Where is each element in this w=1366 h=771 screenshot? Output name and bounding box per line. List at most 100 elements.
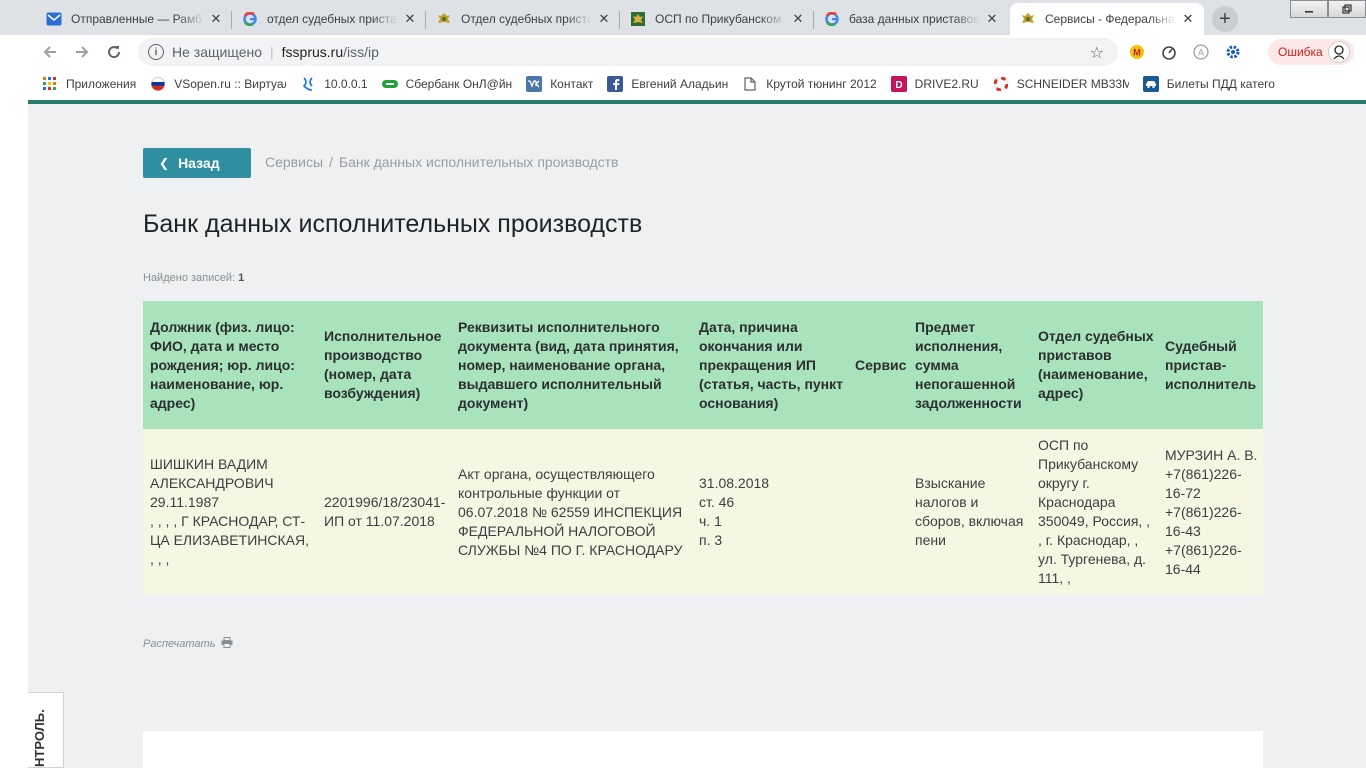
reload-button[interactable]: [102, 40, 126, 64]
page-title: Банк данных исполнительных производств: [143, 210, 643, 238]
bookmark-star-icon[interactable]: ☆: [1090, 43, 1104, 63]
bookmark-item[interactable]: Евгений Аладьин: [607, 76, 728, 92]
records-found: Найдено записей: 1: [143, 272, 244, 284]
restore-button[interactable]: [1328, 0, 1366, 18]
cell-department: ОСП по Прикубанскому округу г. Краснодар…: [1031, 429, 1158, 595]
google-icon: [242, 11, 258, 27]
cell-subject: Взыскание налогов и сборов, включая пени: [908, 429, 1031, 595]
apps-grid-icon: [42, 76, 58, 92]
browser-tab[interactable]: база данных приставов ✕: [814, 3, 1008, 35]
russia-flag-icon: [150, 76, 166, 92]
fssp-emblem-icon: [1020, 11, 1036, 27]
bookmark-item[interactable]: Сбербанк ОнЛ@йн: [381, 76, 513, 92]
bookmark-label: Билеты ПДД катего: [1166, 77, 1275, 91]
close-icon[interactable]: ✕: [596, 11, 612, 27]
bookmark-label: Крутой тюнинг 2012: [766, 77, 877, 91]
column-header-document: Реквизиты исполнительного документа (вид…: [451, 301, 692, 429]
tab-title: Отправленные — Рамб: [71, 12, 202, 26]
arrow-left-icon: [43, 46, 56, 58]
tab-title: отдел судебных приста: [267, 12, 397, 26]
gear-extension-icon[interactable]: [1224, 43, 1242, 61]
close-icon[interactable]: ✕: [402, 11, 418, 27]
close-icon[interactable]: ✕: [208, 11, 224, 27]
bookmark-label: SCHNEIDER MB33MF: [1016, 77, 1129, 91]
error-label: Ошибка: [1278, 45, 1323, 59]
table-header-row: Должник (физ. лицо: ФИО, дата и место ро…: [143, 301, 1263, 429]
bookmark-item[interactable]: Крутой тюнинг 2012: [742, 76, 877, 92]
page-icon: [742, 76, 758, 92]
browser-tab[interactable]: отдел судебных приста ✕: [232, 3, 426, 35]
bookmark-item[interactable]: Приложения: [42, 76, 136, 92]
column-header-termination: Дата, причина окончания или прекращения …: [692, 301, 848, 429]
address-bar[interactable]: i Не защищено | fssprus.ru /iss/ip ☆: [138, 38, 1118, 66]
lifebuoy-icon: [993, 76, 1009, 92]
results-table: Должник (физ. лицо: ФИО, дата и место ро…: [143, 301, 1263, 595]
column-header-bailiff: Судебный пристав-исполнитель: [1158, 301, 1263, 429]
side-feedback-tab[interactable]: НТРОЛЬ.: [28, 692, 64, 768]
svg-text:M: M: [1133, 48, 1141, 58]
bookmark-item[interactable]: D DRIVE2.RU: [890, 76, 979, 92]
fssp-emblem-icon: [436, 11, 452, 27]
column-header-subject: Предмет исполнения, сумма непогашенной з…: [908, 301, 1031, 429]
cell-bailiff: МУРЗИН А. В. +7(861)226-16-72 +7(861)226…: [1158, 429, 1263, 595]
breadcrumb-item-services[interactable]: Сервисы: [265, 154, 323, 170]
info-icon[interactable]: i: [148, 44, 164, 60]
back-button-label: Назад: [178, 155, 220, 171]
bookmark-item[interactable]: Билеты ПДД катего: [1142, 76, 1275, 92]
column-header-debtor: Должник (физ. лицо: ФИО, дата и место ро…: [143, 301, 317, 429]
chevron-left-icon: ❮: [159, 156, 170, 170]
close-icon[interactable]: ✕: [790, 11, 806, 27]
browser-tab[interactable]: Отправленные — Рамб ✕: [36, 3, 232, 35]
printer-icon: [221, 637, 233, 651]
browser-tab[interactable]: Отдел судебных приста ✕: [426, 3, 620, 35]
bookmark-item[interactable]: VSopen.ru :: Виртуал: [150, 76, 286, 92]
back-arrow-button[interactable]: [38, 40, 62, 64]
cell-debtor: ШИШКИН ВАДИМ АЛЕКСАНДРОВИЧ 29.11.1987 , …: [143, 429, 317, 595]
avatar-icon: [1328, 41, 1350, 63]
fssp-emblem-icon: [630, 11, 646, 27]
cell-proceeding: 2201996/18/23041-ИП от 11.07.2018: [317, 429, 451, 595]
divider: |: [270, 44, 274, 60]
bookmark-label: DRIVE2.RU: [914, 77, 979, 91]
plus-icon: +: [1219, 8, 1231, 30]
tab-title: Сервисы - Федеральна: [1045, 12, 1175, 26]
svg-text:D: D: [895, 80, 902, 90]
bookmark-label: Контакт: [550, 77, 594, 91]
tab-title: ОСП по Прикубанском: [655, 12, 782, 26]
restore-icon: [1342, 4, 1352, 14]
url-path: /iss/ip: [343, 44, 379, 60]
bookmark-label: Приложения: [66, 77, 137, 91]
bookmark-label: Сбербанк ОнЛ@йн: [405, 77, 513, 91]
profile-error-button[interactable]: Ошибка: [1268, 39, 1354, 65]
window-controls: [1290, 0, 1366, 18]
close-icon[interactable]: ✕: [984, 11, 1000, 27]
records-found-count: 1: [238, 272, 245, 284]
tab-title: Отдел судебных приста: [461, 12, 592, 26]
close-icon[interactable]: ✕: [1180, 11, 1196, 27]
print-link[interactable]: Распечатать: [143, 637, 233, 651]
bookmark-item[interactable]: SCHNEIDER MB33MF: [993, 76, 1129, 92]
bookmarks-bar: Приложения VSopen.ru :: Виртуал 10.0.0.1…: [0, 69, 1366, 99]
records-found-label: Найдено записей:: [143, 272, 236, 284]
google-icon: [824, 11, 840, 27]
bookmark-item[interactable]: Контакт: [526, 76, 593, 92]
browser-tab-active[interactable]: Сервисы - Федеральна ✕: [1010, 3, 1204, 35]
breadcrumb: Сервисы / Банк данных исполнительных про…: [265, 154, 619, 170]
minimize-button[interactable]: [1290, 0, 1328, 18]
cell-service: [848, 429, 908, 595]
drive2-icon: D: [890, 76, 907, 92]
speedometer-extension-icon[interactable]: [1160, 43, 1178, 61]
adblock-extension-icon[interactable]: A: [1192, 43, 1210, 61]
bookmark-label: Евгений Аладьин: [631, 77, 729, 91]
browser-tab[interactable]: ОСП по Прикубанском ✕: [620, 3, 814, 35]
bookmark-item[interactable]: 10.0.0.1: [300, 76, 368, 92]
browser-tab-bar: Отправленные — Рамб ✕ отдел судебных при…: [0, 0, 1366, 35]
column-header-department: Отдел судебных приставов (наименование, …: [1031, 301, 1158, 429]
back-button[interactable]: ❮ Назад: [143, 148, 251, 178]
vk-icon: [526, 76, 543, 92]
forward-arrow-button[interactable]: [70, 40, 94, 64]
bookmark-label: 10.0.0.1: [324, 77, 368, 91]
cell-document: Акт органа, осуществляющего контрольные …: [451, 429, 692, 595]
new-tab-button[interactable]: +: [1212, 6, 1238, 32]
metro-extension-icon[interactable]: M: [1128, 43, 1146, 61]
